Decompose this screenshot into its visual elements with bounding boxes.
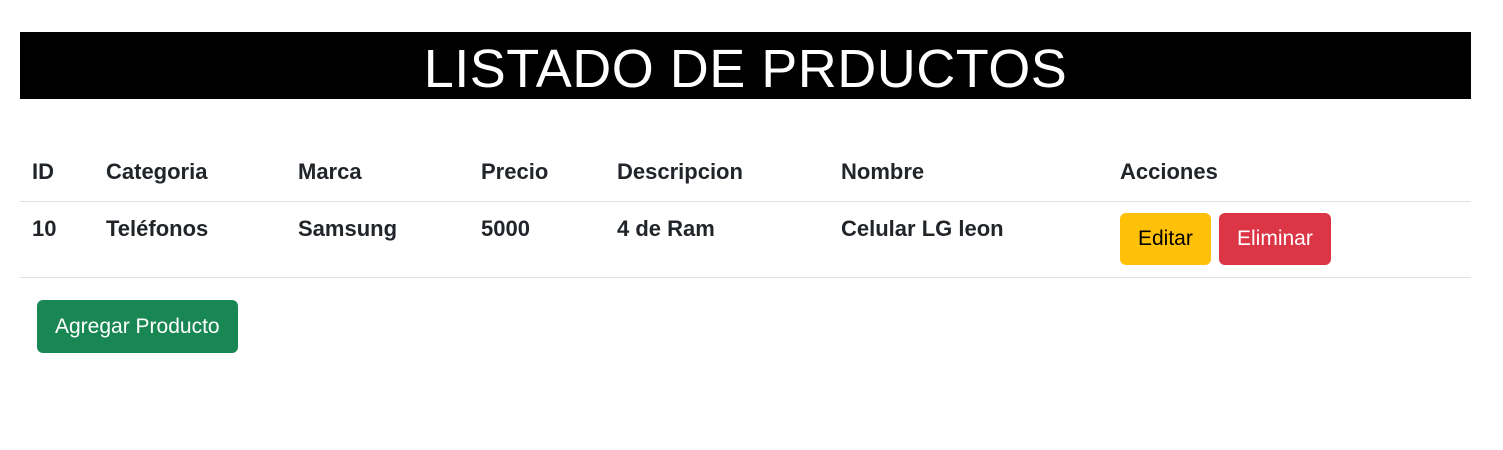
products-table-container: ID Categoria Marca Precio Descripcion No… xyxy=(20,144,1471,278)
table-header-row: ID Categoria Marca Precio Descripcion No… xyxy=(20,144,1471,202)
edit-button[interactable]: Editar xyxy=(1120,212,1211,265)
cell-id: 10 xyxy=(20,201,94,278)
page-title: LISTADO DE PRDUCTOS xyxy=(20,32,1471,99)
cell-nombre: Celular LG leon xyxy=(829,201,1108,278)
column-header-precio: Precio xyxy=(469,144,605,202)
column-header-acciones: Acciones xyxy=(1108,144,1471,202)
column-header-id: ID xyxy=(20,144,94,202)
cell-precio: 5000 xyxy=(469,201,605,278)
column-header-descripcion: Descripcion xyxy=(605,144,829,202)
cell-marca: Samsung xyxy=(286,201,469,278)
add-product-button[interactable]: Agregar Producto xyxy=(37,300,238,353)
cell-categoria: Teléfonos xyxy=(94,201,286,278)
products-table: ID Categoria Marca Precio Descripcion No… xyxy=(20,144,1471,278)
table-row: 10 Teléfonos Samsung 5000 4 de Ram Celul… xyxy=(20,201,1471,278)
page: LISTADO DE PRDUCTOS ID Categoria Marca P… xyxy=(0,0,1503,450)
cell-descripcion: 4 de Ram xyxy=(605,201,829,278)
column-header-categoria: Categoria xyxy=(94,144,286,202)
column-header-marca: Marca xyxy=(286,144,469,202)
cell-acciones: Editar Eliminar xyxy=(1108,201,1471,278)
delete-button[interactable]: Eliminar xyxy=(1218,212,1331,265)
column-header-nombre: Nombre xyxy=(829,144,1108,202)
